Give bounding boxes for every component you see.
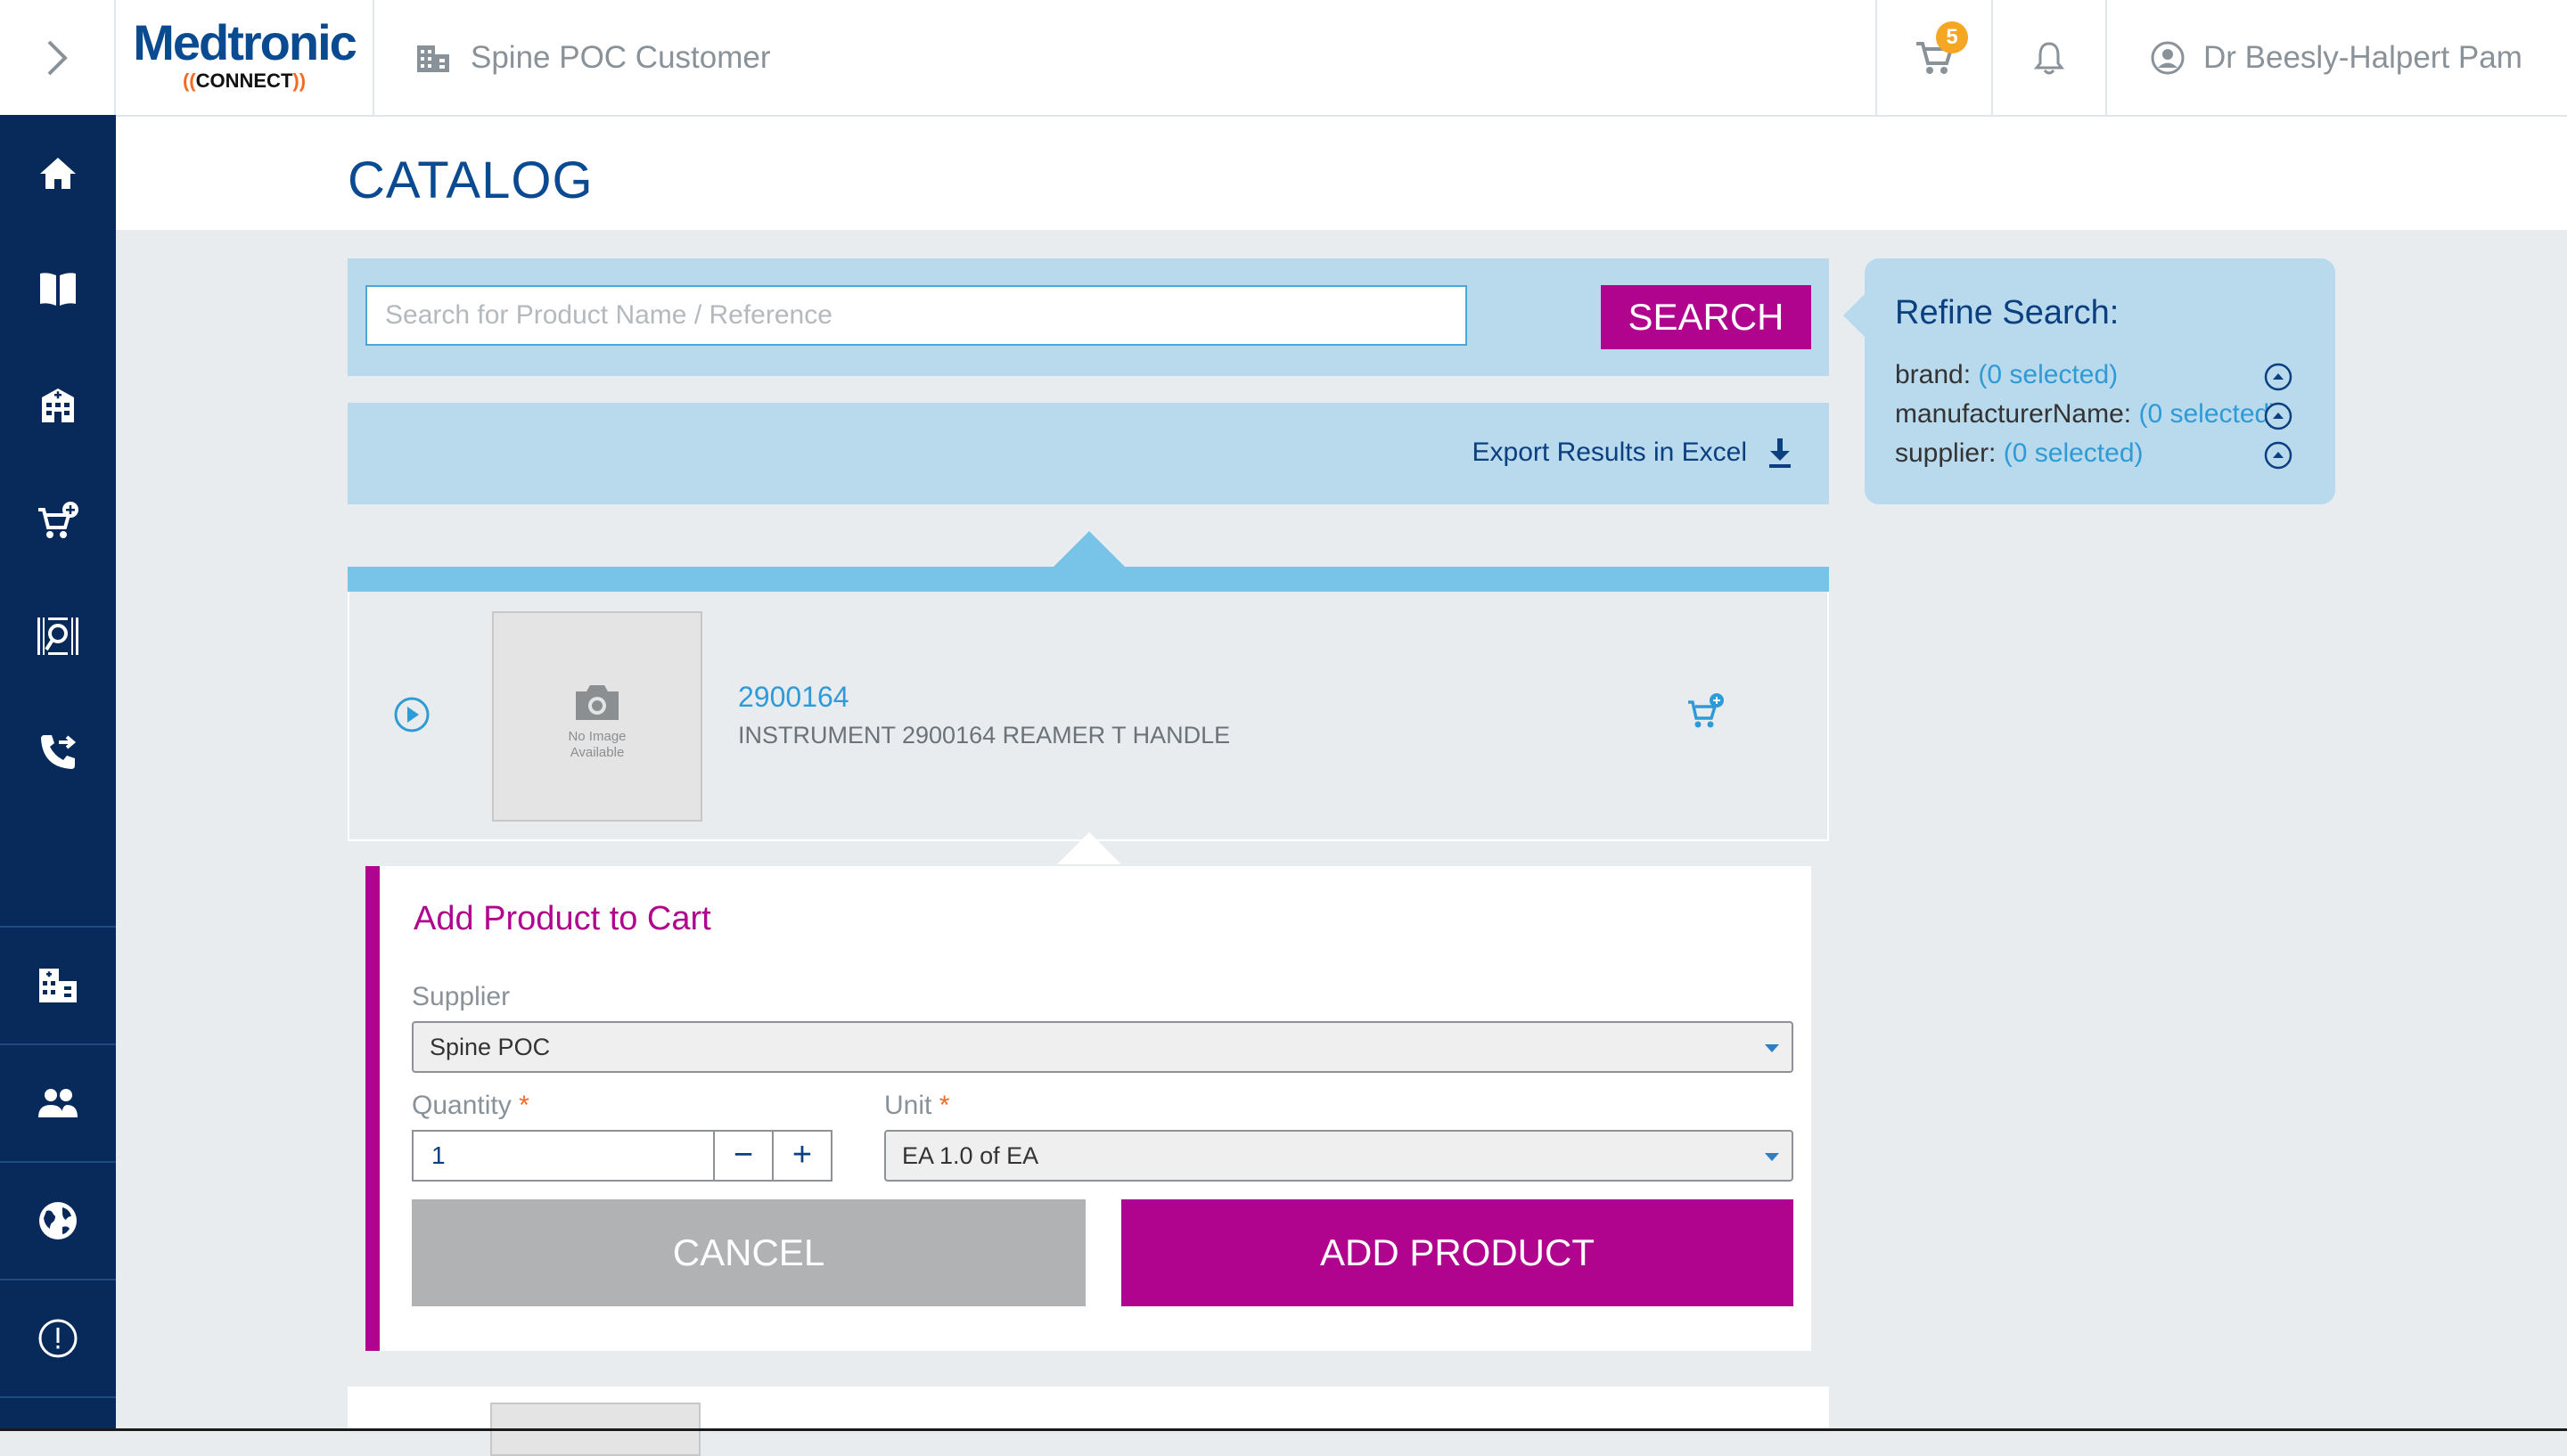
export-panel: Export Results in Excel — [348, 403, 1829, 504]
sidebar — [0, 115, 116, 1431]
filter-manufacturer[interactable]: manufacturerName: (0 selected) — [1895, 399, 2287, 429]
catalog-book-icon — [40, 273, 76, 306]
customer-name: Spine POC Customer — [471, 39, 771, 75]
globe-icon — [39, 1202, 77, 1239]
supplier-label: Supplier — [412, 982, 511, 1011]
bell-icon — [2034, 41, 2064, 74]
page-title: CATALOG — [348, 151, 594, 209]
sidebar-item-scan[interactable] — [0, 578, 116, 694]
barcode-scan-icon — [37, 618, 78, 655]
organization-icon — [39, 969, 77, 1002]
info-icon — [38, 1319, 78, 1358]
quantity-decrement-button[interactable]: − — [713, 1130, 774, 1182]
hospital-icon — [42, 389, 74, 422]
product-image-placeholder: No Image Available — [492, 611, 702, 822]
results-bar-notch — [1054, 531, 1125, 567]
sidebar-item-calls[interactable] — [0, 694, 116, 810]
logo-sub: ((CONNECT)) — [182, 70, 307, 92]
user-avatar-icon — [2151, 41, 2185, 74]
quantity-increment-button[interactable]: + — [772, 1130, 832, 1182]
logo-brand: Medtronic — [133, 14, 357, 70]
filter-selected-count: (0 selected) — [1978, 360, 2119, 389]
filter-name: manufacturerName: — [1895, 399, 2132, 429]
search-button[interactable]: SEARCH — [1601, 285, 1811, 349]
supplier-value: Spine POC — [430, 1034, 551, 1060]
supplier-select[interactable]: Spine POC — [412, 1021, 1793, 1073]
unit-label: Unit * — [884, 1091, 950, 1120]
dropdown-caret-icon — [1765, 1153, 1779, 1161]
list-item: No Image Available 2900164 INSTRUMENT 29… — [348, 592, 1829, 841]
top-bar: Medtronic ((CONNECT)) Spine POC Customer… — [0, 0, 2567, 117]
user-name: Dr Beesly-Halpert Pam — [2203, 39, 2522, 75]
add-product-button[interactable]: ADD PRODUCT — [1121, 1199, 1793, 1306]
refine-notch — [1843, 294, 1865, 337]
no-image-text-2: Available — [570, 745, 625, 760]
phone-forward-icon — [41, 735, 77, 769]
customer-selector[interactable]: Spine POC Customer — [415, 0, 771, 115]
sidebar-item-hospitals[interactable] — [0, 347, 116, 462]
sidebar-item-users[interactable] — [0, 1045, 116, 1161]
unit-select[interactable]: EA 1.0 of EA — [884, 1130, 1793, 1182]
refine-search-panel: Refine Search: brand: (0 selected) manuf… — [1843, 258, 2335, 504]
notifications-button[interactable] — [1991, 0, 2107, 115]
user-menu[interactable]: Dr Beesly-Halpert Pam — [2150, 0, 2522, 115]
sidebar-item-global[interactable] — [0, 1163, 116, 1279]
cart-add-icon[interactable] — [1686, 691, 1726, 731]
filter-name: supplier: — [1895, 438, 1997, 468]
quantity-label: Quantity * — [412, 1091, 529, 1120]
sidebar-item-info[interactable] — [0, 1280, 116, 1396]
sidebar-divider — [0, 1396, 116, 1398]
refine-title: Refine Search: — [1895, 294, 2120, 331]
search-panel: SEARCH — [348, 258, 1829, 376]
form-notch — [1057, 832, 1121, 864]
product-code-link[interactable]: 2900164 — [738, 681, 849, 714]
product-description: INSTRUMENT 2900164 REAMER T HANDLE — [738, 722, 1231, 748]
cart-count-badge: 5 — [1936, 21, 1968, 53]
sidebar-item-catalog[interactable] — [0, 231, 116, 347]
unit-value: EA 1.0 of EA — [902, 1142, 1039, 1169]
download-icon — [1769, 438, 1791, 468]
search-input[interactable] — [365, 285, 1467, 346]
form-title: Add Product to Cart — [414, 900, 711, 937]
list-item — [348, 1386, 1829, 1456]
filter-selected-count: (0 selected) — [2138, 399, 2279, 429]
dropdown-caret-icon — [1765, 1044, 1779, 1052]
no-image-text-1: No Image — [568, 729, 627, 744]
expand-sidebar-button[interactable] — [0, 0, 116, 115]
camera-icon — [576, 685, 619, 720]
filter-selected-count: (0 selected) — [2003, 438, 2144, 468]
users-icon — [38, 1089, 78, 1117]
add-to-cart-form: Add Product to Cart Supplier Spine POC Q… — [365, 866, 1811, 1351]
sidebar-item-organization[interactable] — [0, 928, 116, 1043]
sidebar-item-home[interactable] — [0, 115, 116, 231]
filter-name: brand: — [1895, 360, 1972, 389]
chevron-right-icon — [47, 40, 68, 75]
cart-add-icon — [38, 502, 78, 538]
quantity-input[interactable] — [412, 1130, 713, 1182]
results-header-bar — [348, 567, 1829, 592]
page-header: CATALOG — [116, 117, 2567, 230]
building-icon — [417, 45, 449, 72]
expand-details-icon[interactable] — [392, 695, 431, 734]
chevron-up-circle-icon[interactable] — [2263, 401, 2293, 431]
cart-button[interactable]: 5 — [1875, 0, 1991, 115]
filter-brand[interactable]: brand: (0 selected) — [1895, 360, 2287, 390]
sidebar-item-new-order[interactable] — [0, 462, 116, 578]
chevron-up-circle-icon[interactable] — [2263, 440, 2293, 470]
cancel-button[interactable]: CANCEL — [412, 1199, 1086, 1306]
filter-supplier[interactable]: supplier: (0 selected) — [1895, 438, 2287, 469]
export-excel-label: Export Results in Excel — [1472, 438, 1747, 467]
export-excel-link[interactable]: Export Results in Excel — [1472, 437, 1793, 469]
medtronic-connect-logo[interactable]: Medtronic ((CONNECT)) — [116, 0, 374, 115]
home-icon — [40, 158, 76, 189]
chevron-up-circle-icon[interactable] — [2263, 362, 2293, 392]
